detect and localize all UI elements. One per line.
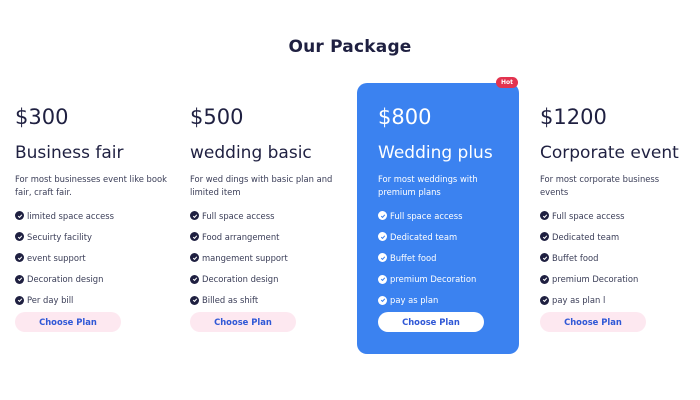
check-circle-icon <box>190 253 199 263</box>
plan-card-wedding-basic: $500 wedding basic For wed dings with ba… <box>190 83 350 354</box>
feature-label: pay as plan <box>390 295 439 306</box>
check-circle-icon <box>15 295 24 305</box>
plan-name: Corporate event <box>540 143 679 163</box>
feature-item: Full space access <box>378 205 476 226</box>
feature-item: Full space access <box>190 205 288 226</box>
feature-item: Secuirty facility <box>15 226 114 247</box>
feature-item: mangement support <box>190 247 288 268</box>
feature-list: limited space access Secuirty facility e… <box>15 205 114 311</box>
feature-label: Decoration design <box>27 274 104 285</box>
check-circle-icon <box>15 232 24 242</box>
check-circle-icon <box>190 295 199 305</box>
check-circle-icon <box>378 274 387 284</box>
feature-item: premium Decoration <box>378 269 476 290</box>
feature-label: event support <box>27 252 86 263</box>
plan-price: $1200 <box>540 105 607 129</box>
feature-item: Per day bill <box>15 290 114 311</box>
feature-item: pay as plan l <box>540 290 638 311</box>
plan-description: For most corporate business events <box>540 174 660 197</box>
check-circle-icon <box>15 253 24 263</box>
feature-item: Decoration design <box>190 269 288 290</box>
feature-label: Secuirty facility <box>27 231 92 242</box>
check-circle-icon <box>540 232 549 242</box>
feature-item: Decoration design <box>15 269 114 290</box>
feature-list: Full space access Dedicated team Buffet … <box>540 205 638 311</box>
hot-badge: Hot <box>495 77 518 88</box>
choose-plan-button[interactable]: Choose Plan <box>378 312 484 332</box>
feature-label: Buffet food <box>390 252 437 263</box>
feature-item: Food arrangement <box>190 226 288 247</box>
feature-label: Dedicated team <box>390 231 458 242</box>
plan-name: Wedding plus <box>378 143 493 163</box>
plan-name: Business fair <box>15 143 124 163</box>
plan-card-business-fair: $300 Business fair For most businesses e… <box>15 83 175 354</box>
plan-description: For wed dings with basic plan and limite… <box>190 174 333 197</box>
feature-label: Full space access <box>552 210 625 221</box>
feature-label: premium Decoration <box>552 274 639 285</box>
plan-price: $800 <box>378 105 432 129</box>
check-circle-icon <box>15 211 24 221</box>
plan-card-corporate-event: $1200 Corporate event For most corporate… <box>540 83 695 354</box>
feature-label: Per day bill <box>27 295 74 306</box>
feature-item: Billed as shift <box>190 290 288 311</box>
feature-item: limited space access <box>15 205 114 226</box>
plan-card-wedding-plus: Hot $800 Wedding plus For most weddings … <box>357 77 519 354</box>
check-circle-icon <box>540 295 549 305</box>
feature-label: limited space access <box>27 210 115 221</box>
feature-label: Buffet food <box>552 252 599 263</box>
check-circle-icon <box>378 295 387 305</box>
check-circle-icon <box>190 274 199 284</box>
check-circle-icon <box>15 274 24 284</box>
feature-item: Dedicated team <box>540 226 638 247</box>
check-circle-icon <box>540 211 549 221</box>
feature-item: Dedicated team <box>378 226 476 247</box>
feature-list: Full space access Food arrangement mange… <box>190 205 288 311</box>
check-circle-icon <box>378 253 387 263</box>
choose-plan-button[interactable]: Choose Plan <box>190 312 296 332</box>
section-heading: Our Package <box>288 37 412 57</box>
feature-item: event support <box>15 247 114 268</box>
feature-label: premium Decoration <box>390 274 477 285</box>
check-circle-icon <box>190 211 199 221</box>
feature-item: Full space access <box>540 205 638 226</box>
feature-label: Dedicated team <box>552 231 620 242</box>
feature-item: pay as plan <box>378 290 476 311</box>
check-circle-icon <box>540 274 549 284</box>
plan-description: For most weddings with premium plans <box>378 174 478 197</box>
plan-price: $300 <box>15 105 69 129</box>
choose-plan-button[interactable]: Choose Plan <box>540 312 646 332</box>
feature-label: Full space access <box>390 210 463 221</box>
plan-description: For most businesses event like book fair… <box>15 174 167 197</box>
check-circle-icon <box>540 253 549 263</box>
feature-list: Full space access Dedicated team Buffet … <box>378 205 476 311</box>
check-circle-icon <box>190 232 199 242</box>
feature-label: pay as plan l <box>552 295 606 306</box>
feature-label: Billed as shift <box>202 295 259 306</box>
feature-item: Buffet food <box>378 247 476 268</box>
feature-label: mangement support <box>202 252 288 263</box>
plan-price: $500 <box>190 105 244 129</box>
feature-label: Decoration design <box>202 274 279 285</box>
choose-plan-button[interactable]: Choose Plan <box>15 312 121 332</box>
check-circle-icon <box>378 232 387 242</box>
feature-item: Buffet food <box>540 247 638 268</box>
feature-label: Full space access <box>202 210 275 221</box>
check-circle-icon <box>378 211 387 221</box>
plan-name: wedding basic <box>190 143 312 163</box>
feature-item: premium Decoration <box>540 269 638 290</box>
feature-label: Food arrangement <box>202 231 280 242</box>
